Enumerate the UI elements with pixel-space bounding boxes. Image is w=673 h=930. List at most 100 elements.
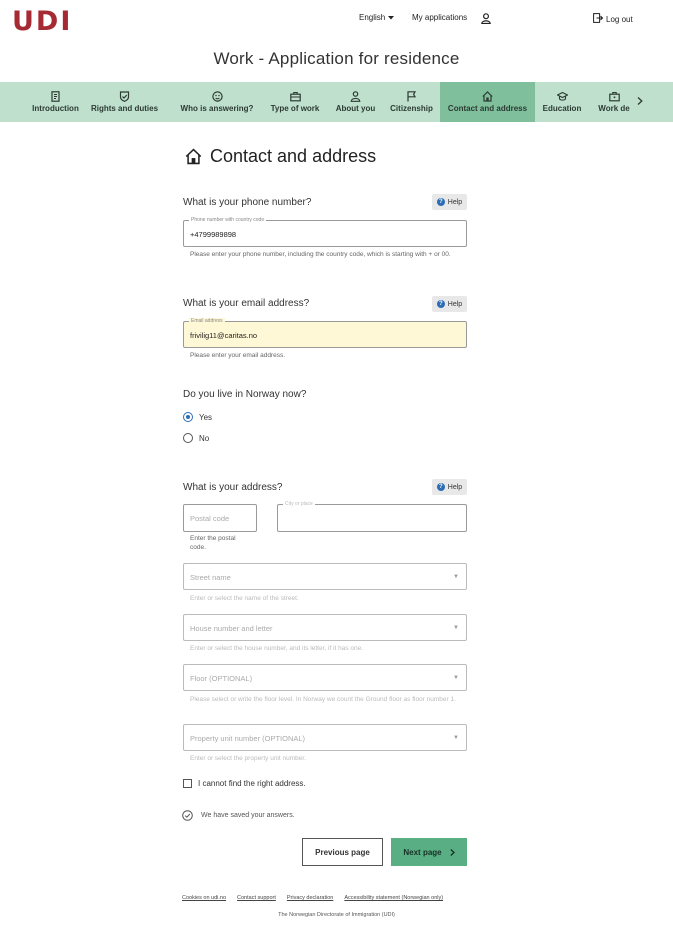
- email-field-value: frivilig11@caritas.no: [190, 331, 258, 340]
- tab-label: Education: [542, 104, 582, 113]
- home-icon: [185, 148, 202, 165]
- postal-code-hint: Enter the postal code.: [190, 535, 236, 551]
- email-field[interactable]: Email address frivilig11@caritas.no: [183, 318, 467, 348]
- property-unit-placeholder: Property unit number (OPTIONAL): [190, 734, 306, 743]
- help-label: Help: [447, 483, 463, 491]
- property-unit-select[interactable]: Property unit number (OPTIONAL) ▼: [183, 724, 467, 751]
- city-field[interactable]: City or place: [277, 501, 467, 532]
- logout-button[interactable]: Log out: [593, 13, 633, 25]
- briefcase-icon: [608, 91, 620, 102]
- email-help-button[interactable]: ? Help: [432, 296, 467, 312]
- user-icon[interactable]: [481, 11, 491, 29]
- tab-who-is-answering[interactable]: Who is answering?: [172, 82, 262, 122]
- email-field-label: Email address: [189, 318, 225, 325]
- next-page-label: Next page: [403, 847, 442, 857]
- steps-scroll-right-button[interactable]: [637, 96, 643, 108]
- language-label: English: [359, 13, 386, 22]
- phone-field-value: +4799989898: [190, 230, 237, 239]
- house-number-placeholder: House number and letter: [190, 624, 273, 633]
- tab-about-you[interactable]: About you: [328, 82, 383, 122]
- floor-placeholder: Floor (OPTIONAL): [190, 674, 253, 683]
- footer-link-cookies[interactable]: Cookies on udi.no: [182, 895, 226, 901]
- tab-rights-and-duties[interactable]: Rights and duties: [77, 82, 172, 122]
- postal-code-placeholder: Postal code: [190, 514, 230, 523]
- tab-label: Who is answering?: [180, 104, 254, 113]
- tab-introduction[interactable]: Introduction: [0, 82, 79, 122]
- graduation-cap-icon: [556, 91, 568, 101]
- checkbox-box: [183, 779, 192, 788]
- phone-field[interactable]: Phone number with country code +47999898…: [183, 217, 467, 247]
- chevron-down-icon: ▼: [453, 675, 459, 681]
- phone-field-label: Phone number with country code: [189, 217, 267, 224]
- help-label: Help: [447, 300, 463, 308]
- question-mark-icon: ?: [436, 300, 445, 308]
- postal-code-field[interactable]: Postal code: [183, 504, 257, 532]
- tab-contact-and-address[interactable]: Contact and address: [440, 82, 535, 122]
- footer-link-contact[interactable]: Contact support: [237, 895, 276, 901]
- tab-label: Introduction: [32, 104, 79, 113]
- property-unit-hint: Enter or select the property unit number…: [190, 755, 306, 762]
- shield-check-icon: [119, 91, 130, 102]
- previous-page-button[interactable]: Previous page: [302, 838, 383, 866]
- email-hint: Please enter your email address.: [190, 352, 286, 359]
- radio-no[interactable]: No: [183, 433, 209, 443]
- tab-work-details[interactable]: Work de: [589, 82, 639, 122]
- person-icon: [350, 91, 361, 102]
- floor-hint: Please select or write the floor level. …: [190, 696, 456, 703]
- top-bar: UDI English My applications Log out: [0, 0, 673, 44]
- tab-citizenship[interactable]: Citizenship: [383, 82, 440, 122]
- house-number-select[interactable]: House number and letter ▼: [183, 614, 467, 641]
- tab-education[interactable]: Education: [535, 82, 589, 122]
- footer-link-accessibility[interactable]: Accessibility statement (Norwegian only): [344, 895, 443, 901]
- language-selector[interactable]: English: [359, 13, 395, 22]
- radio-label: Yes: [199, 412, 213, 422]
- floor-select[interactable]: Floor (OPTIONAL) ▼: [183, 664, 467, 691]
- tab-label: Citizenship: [390, 104, 433, 113]
- logout-label: Log out: [606, 14, 633, 24]
- chevron-down-icon: ▼: [453, 625, 459, 631]
- phone-question: What is your phone number?: [183, 197, 312, 208]
- step-navigation: Introduction Rights and duties Who is an…: [0, 82, 673, 122]
- check-circle-icon: [182, 810, 193, 821]
- saved-text: We have saved your answers.: [201, 812, 295, 819]
- question-mark-icon: ?: [436, 198, 445, 206]
- chevron-right-icon: [637, 97, 643, 105]
- page-title: Work - Application for residence: [213, 49, 460, 68]
- face-icon: [211, 91, 223, 102]
- radio-selected-icon: [183, 412, 193, 422]
- question-mark-icon: ?: [436, 483, 445, 491]
- udi-logo[interactable]: UDI: [12, 6, 72, 37]
- radio-unselected-icon: [183, 433, 193, 443]
- chevron-down-icon: ▼: [453, 574, 459, 580]
- address-question: What is your address?: [183, 482, 283, 493]
- radio-label: No: [199, 433, 210, 443]
- next-page-button[interactable]: Next page: [391, 838, 467, 866]
- document-icon: [51, 91, 60, 102]
- footer-link-privacy[interactable]: Privacy declaration: [287, 895, 333, 901]
- email-question: What is your email address?: [183, 298, 310, 309]
- phone-help-button[interactable]: ? Help: [432, 194, 467, 210]
- phone-hint: Please enter your phone number, includin…: [190, 251, 451, 258]
- my-applications-link[interactable]: My applications: [412, 13, 467, 22]
- footer-links: Cookies on udi.no Contact support Privac…: [182, 895, 443, 901]
- section-heading: Contact and address: [185, 146, 376, 167]
- case-icon: [289, 91, 301, 102]
- street-name-placeholder: Street name: [190, 573, 231, 582]
- cannot-find-address-checkbox[interactable]: I cannot find the right address.: [183, 779, 306, 788]
- street-name-select[interactable]: Street name ▼: [183, 563, 467, 590]
- city-field-label: City or place: [283, 501, 315, 508]
- chevron-right-icon: [449, 848, 455, 856]
- footer-organization: The Norwegian Directorate of Immigration…: [278, 912, 395, 918]
- tab-label: Work de: [598, 104, 630, 113]
- logout-icon: [593, 13, 604, 25]
- tab-type-of-work[interactable]: Type of work: [262, 82, 328, 122]
- help-label: Help: [447, 198, 463, 206]
- address-help-button[interactable]: ? Help: [432, 479, 467, 495]
- house-number-hint: Enter or select the house number, and it…: [190, 645, 364, 652]
- radio-yes[interactable]: Yes: [183, 412, 212, 422]
- street-name-hint: Enter or select the name of the street.: [190, 595, 299, 602]
- tab-label: Rights and duties: [90, 104, 159, 113]
- home-icon: [482, 91, 493, 102]
- flag-icon: [407, 91, 417, 102]
- tab-label: Contact and address: [447, 104, 528, 113]
